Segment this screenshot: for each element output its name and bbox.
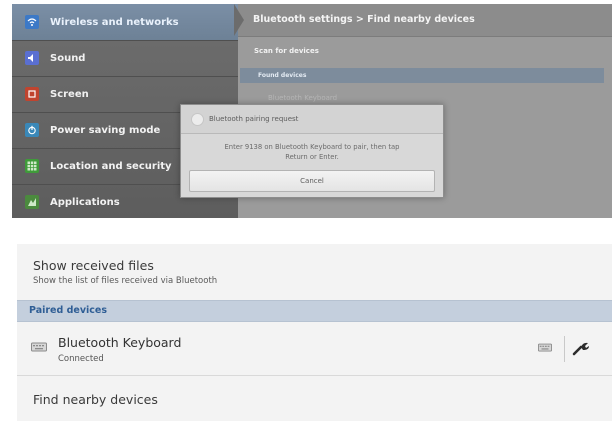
- keyboard-icon: [538, 343, 552, 352]
- sidebar-item-label: Power saving mode: [50, 124, 161, 136]
- found-devices-label: Found devices: [258, 72, 307, 79]
- dialog-message: Enter 9138 on Bluetooth Keyboard to pair…: [187, 142, 437, 162]
- wifi-icon: [25, 15, 39, 29]
- paired-devices-label: Paired devices: [29, 305, 108, 316]
- panel-header: Bluetooth settings > Find nearby devices: [234, 4, 612, 37]
- divider: [564, 336, 565, 362]
- screen-icon: [25, 87, 39, 101]
- device-name: Bluetooth Keyboard: [58, 335, 182, 350]
- chevron-right-icon: [234, 4, 244, 36]
- sidebar-item-wireless[interactable]: Wireless and networks: [12, 4, 238, 41]
- settings-screen-pairing: Wireless and networks Sound Screen Power…: [12, 4, 612, 218]
- pairing-request-dialog: Bluetooth pairing request Enter 9138 on …: [180, 104, 444, 198]
- breadcrumb: Bluetooth settings > Find nearby devices: [253, 14, 475, 25]
- bluetooth-icon: [191, 113, 204, 126]
- paired-devices-header: Paired devices: [17, 300, 612, 322]
- device-status: Connected: [58, 354, 104, 364]
- sidebar-item-label: Wireless and networks: [50, 16, 179, 28]
- show-received-title: Show received files: [33, 258, 154, 273]
- dialog-title: Bluetooth pairing request: [209, 115, 299, 123]
- sidebar-item-label: Screen: [50, 88, 89, 100]
- find-nearby-devices-item[interactable]: Find nearby devices: [33, 392, 158, 407]
- dialog-title-bar: Bluetooth pairing request: [181, 105, 443, 134]
- dialog-message-line: Return or Enter.: [285, 153, 339, 161]
- sidebar-item-label: Location and security: [50, 160, 172, 172]
- sidebar-item-label: Applications: [50, 196, 120, 208]
- grid-lock-icon: [25, 159, 39, 173]
- sidebar-item-sound[interactable]: Sound: [12, 40, 238, 77]
- cancel-button[interactable]: Cancel: [189, 170, 435, 192]
- keyboard-icon: [31, 342, 47, 352]
- wrench-icon[interactable]: [571, 338, 591, 358]
- scan-for-devices-item[interactable]: Scan for devices: [254, 47, 319, 55]
- show-received-subtitle: Show the list of files received via Blue…: [33, 276, 218, 286]
- power-icon: [25, 123, 39, 137]
- found-device-item[interactable]: Bluetooth Keyboard: [268, 94, 337, 102]
- apps-icon: [25, 195, 39, 209]
- divider: [17, 375, 612, 376]
- sidebar-item-label: Sound: [50, 52, 86, 64]
- dialog-message-line: Enter 9138 on Bluetooth Keyboard to pair…: [224, 143, 400, 151]
- speaker-icon: [25, 51, 39, 65]
- bluetooth-settings-list: Show received files Show the list of fil…: [17, 244, 612, 421]
